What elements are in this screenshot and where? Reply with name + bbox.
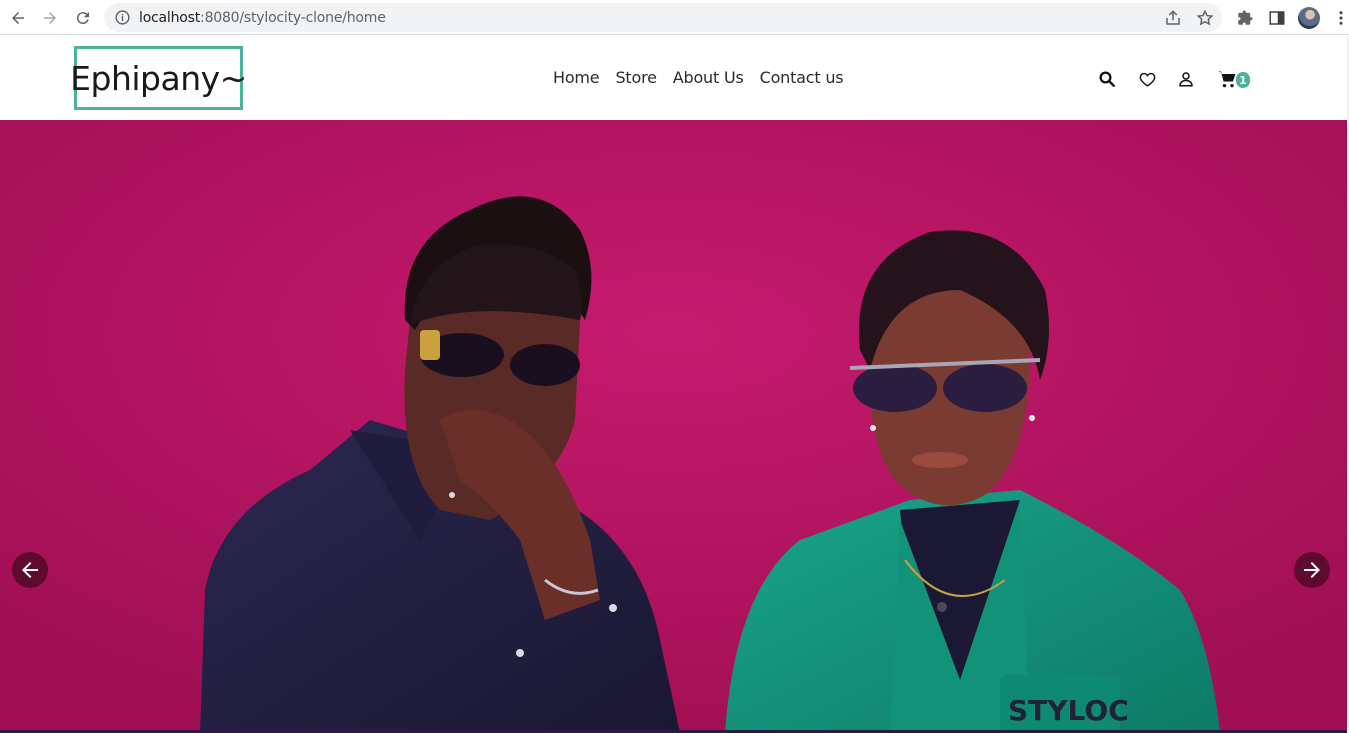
logo[interactable]: Ephipany~ [70, 46, 247, 110]
forward-button[interactable] [37, 5, 63, 31]
cart-button[interactable] [1216, 68, 1238, 90]
side-panel-icon [1269, 11, 1285, 25]
logo-text: Ephipany~ [70, 58, 247, 98]
nav-contact-us[interactable]: Contact us [760, 68, 844, 87]
user-icon [1179, 72, 1193, 87]
menu-button[interactable] [1328, 5, 1349, 31]
url-text: localhost:8080/stylocity-clone/home [139, 10, 386, 26]
back-button[interactable] [5, 5, 31, 31]
arrow-left-icon [22, 562, 38, 578]
info-icon[interactable] [114, 9, 131, 26]
main-nav: Home Store About Us Contact us [553, 68, 844, 87]
address-bar[interactable]: localhost:8080/stylocity-clone/home [104, 3, 1222, 32]
search-button[interactable] [1096, 68, 1118, 90]
nav-about-us[interactable]: About Us [673, 68, 744, 87]
cart-count-badge: 1 [1236, 72, 1250, 88]
kebab-menu-icon [1339, 11, 1343, 25]
hero-carousel: STYLOC [0, 120, 1347, 733]
carousel-next-button[interactable] [1294, 552, 1330, 588]
wishlist-button[interactable] [1136, 68, 1158, 90]
arrow-right-icon [1304, 562, 1320, 578]
shirt-text: STYLOC [1008, 694, 1129, 727]
reload-button[interactable] [70, 5, 96, 31]
heart-icon [1139, 72, 1155, 87]
browser-toolbar: localhost:8080/stylocity-clone/home [0, 0, 1349, 35]
puzzle-icon [1238, 10, 1253, 25]
star-icon [1196, 9, 1214, 26]
share-icon [1166, 10, 1180, 25]
arrow-right-icon [44, 12, 56, 24]
avatar [1298, 7, 1320, 29]
account-button[interactable] [1175, 68, 1197, 90]
arrow-left-icon [12, 12, 24, 24]
hero-image: STYLOC [0, 120, 1347, 733]
extensions-button[interactable] [1232, 5, 1258, 31]
nav-home[interactable]: Home [553, 68, 600, 87]
reload-icon [76, 12, 89, 25]
carousel-prev-button[interactable] [12, 552, 48, 588]
nav-store[interactable]: Store [615, 68, 656, 87]
side-panel-button[interactable] [1264, 5, 1290, 31]
bookmark-button[interactable] [1195, 8, 1215, 28]
share-button[interactable] [1163, 8, 1183, 28]
search-icon [1099, 71, 1115, 87]
cart-icon [1217, 71, 1236, 88]
profile-button[interactable] [1296, 5, 1322, 31]
